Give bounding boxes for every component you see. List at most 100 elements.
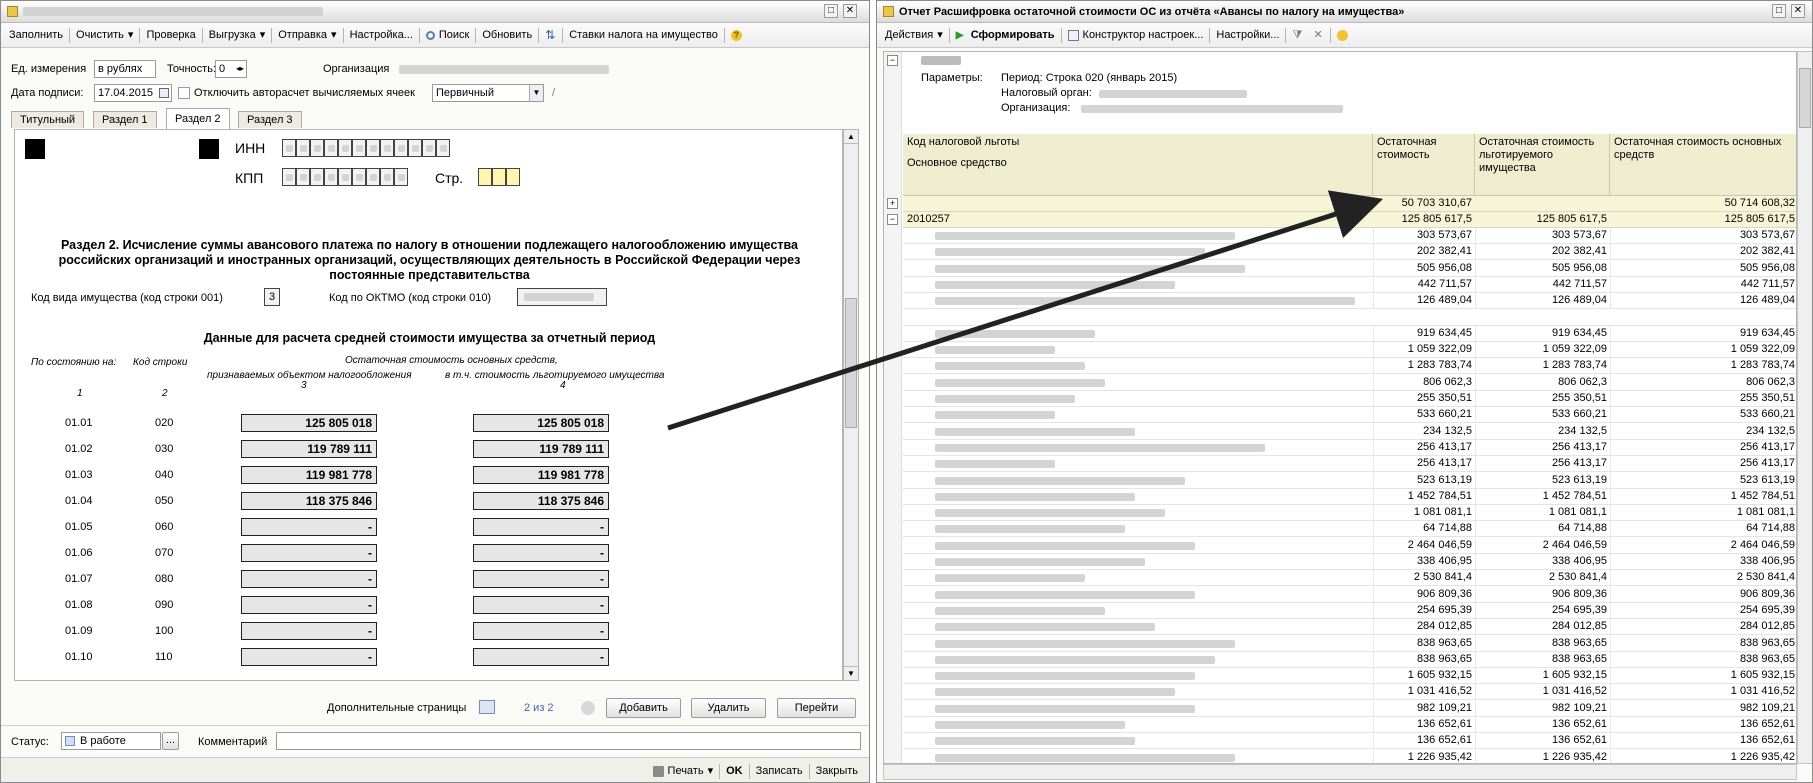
fill-button[interactable]: Заполнить (4, 26, 68, 45)
residual-value-cell[interactable]: 119 981 778 (241, 466, 377, 484)
report-row[interactable]: 2 530 841,4 2 530 841,4 2 530 841,4 (903, 570, 1796, 587)
tab-section-2[interactable]: Раздел 2 (166, 108, 230, 129)
report-row[interactable]: 442 711,57 442 711,57 442 711,57 (903, 276, 1796, 293)
clear-button[interactable]: Очистить ▾ (71, 26, 138, 45)
oktmo-box[interactable] (517, 288, 607, 306)
benefit-value-cell[interactable]: 119 789 111 (473, 440, 609, 458)
kpp-digit-box[interactable] (394, 168, 408, 186)
residual-value-cell[interactable]: - (241, 570, 377, 588)
generate-button[interactable]: ▶ Сформировать (951, 26, 1060, 45)
report-row[interactable]: 1 605 932,15 1 605 932,15 1 605 932,15 (903, 668, 1796, 685)
report-row[interactable]: 136 652,61 136 652,61 136 652,61 (903, 733, 1796, 750)
inn-digit-box[interactable] (408, 139, 422, 157)
residual-value-cell[interactable]: - (241, 622, 377, 640)
maximize-button[interactable]: □ (1772, 4, 1786, 18)
benefit-value-cell[interactable]: - (473, 544, 609, 562)
report-row[interactable]: 234 132,5 234 132,5 234 132,5 (903, 423, 1796, 440)
report-row[interactable]: 202 382,41 202 382,41 202 382,41 (903, 244, 1796, 261)
page-box[interactable] (506, 168, 520, 186)
benefit-value-cell[interactable]: - (473, 518, 609, 536)
inn-digit-box[interactable] (324, 139, 338, 157)
inn-digit-box[interactable] (394, 139, 408, 157)
report-row[interactable]: 1 031 416,52 1 031 416,52 1 031 416,52 (903, 684, 1796, 701)
benefit-value-cell[interactable]: - (473, 570, 609, 588)
search-button[interactable]: Поиск (421, 26, 474, 45)
benefit-value-cell[interactable]: 119 981 778 (473, 466, 609, 484)
sort-button[interactable]: ⇅ (540, 26, 561, 45)
print-button[interactable]: Печать ▾ (648, 762, 719, 781)
report-row[interactable]: 126 489,04 126 489,04 126 489,04 (903, 293, 1796, 310)
group-row[interactable]: 2010257 125 805 617,5 125 805 617,5 125 … (903, 212, 1796, 228)
kpp-digit-box[interactable] (296, 168, 310, 186)
report-row[interactable]: 919 634,45 919 634,45 919 634,45 (903, 325, 1796, 342)
inn-digit-box[interactable] (310, 139, 324, 157)
actions-menu[interactable]: Действия ▾ (880, 26, 948, 45)
report-row[interactable]: 1 452 784,51 1 452 784,51 1 452 784,51 (903, 488, 1796, 505)
kpp-digit-box[interactable] (352, 168, 366, 186)
report-row[interactable]: 256 413,17 256 413,17 256 413,17 (903, 439, 1796, 456)
kpp-digit-box[interactable] (366, 168, 380, 186)
tab-title-page[interactable]: Титульный (11, 111, 85, 128)
collapse-params-icon[interactable]: − (887, 55, 898, 66)
benefit-value-cell[interactable]: - (473, 648, 609, 666)
filter-button[interactable]: ⧩ (1287, 26, 1308, 45)
kpp-digit-box[interactable] (338, 168, 352, 186)
inn-digit-box[interactable] (282, 139, 296, 157)
page-box[interactable] (478, 168, 492, 186)
report-row[interactable]: 284 012,85 284 012,85 284 012,85 (903, 619, 1796, 636)
report-row[interactable]: 806 062,3 806 062,3 806 062,3 (903, 374, 1796, 391)
property-code-box[interactable]: 3 (264, 288, 280, 306)
benefit-value-cell[interactable]: - (473, 622, 609, 640)
kpp-digit-box[interactable] (310, 168, 324, 186)
precision-field[interactable]: 0 ◂▸ (215, 60, 247, 78)
report-row[interactable]: 136 652,61 136 652,61 136 652,61 (903, 717, 1796, 733)
report-row[interactable]: 1 226 935,42 1 226 935,42 1 226 935,42 (903, 749, 1796, 763)
report-vscroll[interactable] (1797, 51, 1812, 764)
doc-kind-select[interactable]: Первичный ▼ (432, 84, 544, 102)
residual-value-cell[interactable]: 119 789 111 (241, 440, 377, 458)
report-row[interactable]: 338 406,95 338 406,95 338 406,95 (903, 554, 1796, 570)
report-row[interactable]: 838 963,65 838 963,65 838 963,65 (903, 635, 1796, 652)
inn-digit-box[interactable] (338, 139, 352, 157)
inn-digit-box[interactable] (380, 139, 394, 157)
report-help-button[interactable] (1332, 26, 1353, 45)
inn-digit-box[interactable] (352, 139, 366, 157)
inn-digit-box[interactable] (422, 139, 436, 157)
report-row[interactable]: 1 081 081,1 1 081 081,1 1 081 081,1 (903, 505, 1796, 522)
check-button[interactable]: Проверка (141, 26, 200, 45)
save-button[interactable]: Записать (751, 762, 808, 781)
report-row[interactable]: 303 573,67 303 573,67 303 573,67 (903, 228, 1796, 244)
next-page-icon[interactable] (581, 701, 595, 715)
benefit-value-cell[interactable]: 125 805 018 (473, 414, 609, 432)
status-field[interactable]: В работе (61, 732, 161, 750)
calendar-icon[interactable] (159, 88, 169, 98)
residual-value-cell[interactable]: - (241, 648, 377, 666)
report-row[interactable]: 254 695,39 254 695,39 254 695,39 (903, 602, 1796, 619)
autocalc-checkbox[interactable] (178, 87, 190, 99)
pages-icon[interactable] (479, 700, 495, 714)
report-row[interactable]: 1 283 783,74 1 283 783,74 1 283 783,74 (903, 358, 1796, 375)
report-settings-button[interactable]: Настройки... (1211, 26, 1284, 45)
report-row[interactable] (903, 310, 1796, 326)
benefit-value-cell[interactable]: - (473, 596, 609, 614)
ok-button[interactable]: OK (721, 762, 748, 781)
residual-value-cell[interactable]: 125 805 018 (241, 414, 377, 432)
clear-filter-button[interactable]: ✕ (1308, 26, 1329, 45)
report-hscroll[interactable] (883, 764, 1797, 780)
delete-page-button[interactable]: Удалить (691, 698, 766, 718)
close-button[interactable]: ✕ (1791, 4, 1805, 18)
send-button[interactable]: Отправка ▾ (273, 26, 341, 45)
unit-select[interactable]: в рублях (94, 60, 156, 78)
inn-digit-box[interactable] (436, 139, 450, 157)
add-page-button[interactable]: Добавить (606, 698, 681, 718)
report-row[interactable]: 523 613,19 523 613,19 523 613,19 (903, 472, 1796, 489)
tax-rates-button[interactable]: Ставки налога на имущество (564, 26, 723, 45)
residual-value-cell[interactable]: 118 375 846 (241, 492, 377, 510)
sign-date-field[interactable]: 17.04.2015 (94, 84, 172, 102)
refresh-button[interactable]: Обновить (477, 26, 537, 45)
residual-value-cell[interactable]: - (241, 518, 377, 536)
scroll-thumb[interactable] (845, 298, 857, 428)
tab-section-1[interactable]: Раздел 1 (93, 111, 157, 128)
report-row[interactable]: 533 660,21 533 660,21 533 660,21 (903, 407, 1796, 424)
kpp-digit-box[interactable] (282, 168, 296, 186)
